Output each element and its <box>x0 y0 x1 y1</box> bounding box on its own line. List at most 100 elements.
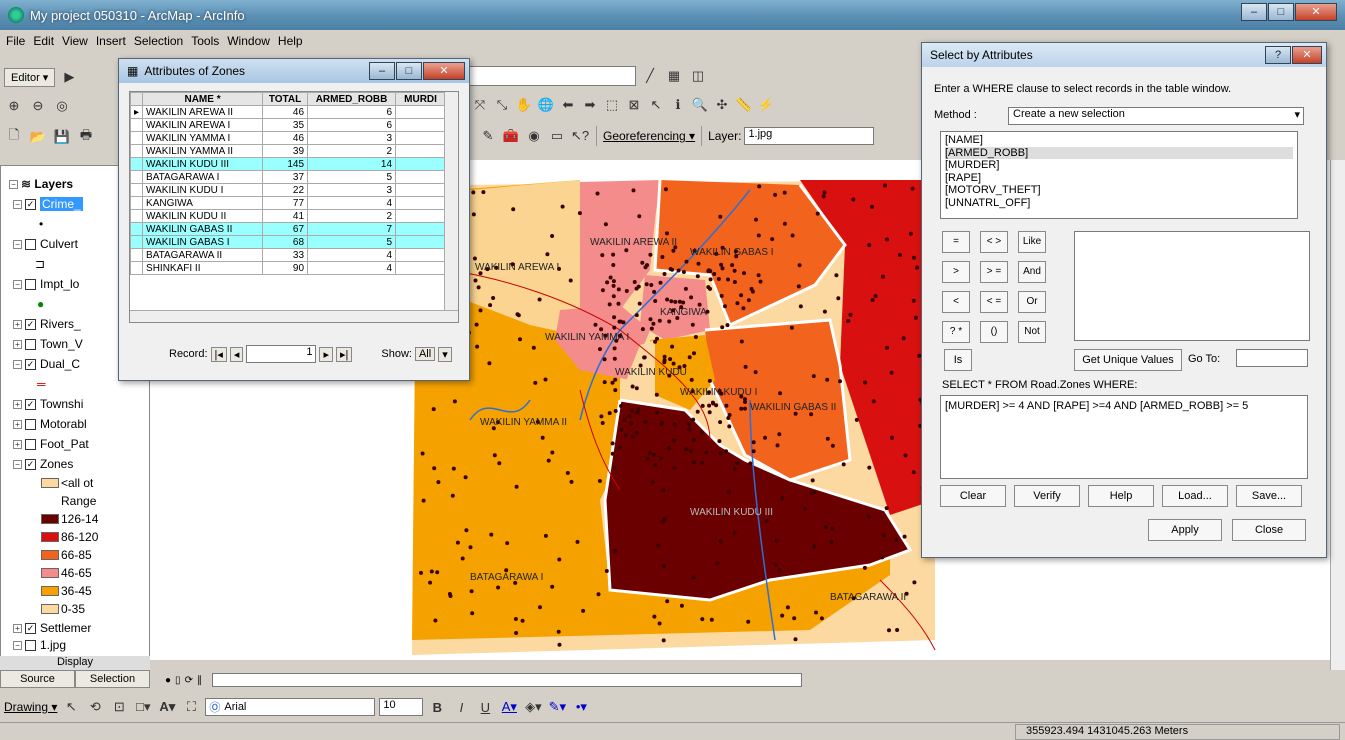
toc-item-settlement[interactable]: + ✓ Settlemer <box>1 618 149 638</box>
cell-total[interactable]: 145 <box>262 157 309 171</box>
cell-murder[interactable] <box>395 196 447 210</box>
text-icon[interactable]: A▾ <box>157 697 177 717</box>
cell-murder[interactable] <box>395 222 447 236</box>
toc-item-footpath[interactable]: + Foot_Pat <box>1 434 149 454</box>
table-row[interactable]: WAKILIN GABAS I 68 5 <box>130 235 447 249</box>
save-icon[interactable]: 💾 <box>52 127 72 147</box>
toc-item-motorable[interactable]: + Motorabl <box>1 414 149 434</box>
pan-icon[interactable]: ✋ <box>514 95 534 115</box>
map-vertical-scrollbar[interactable] <box>1330 160 1345 670</box>
verify-button[interactable]: Verify <box>1014 485 1080 507</box>
select-elements-icon[interactable]: ↖ <box>646 95 666 115</box>
field-item[interactable]: [MOTORV_THEFT] <box>945 184 1293 197</box>
fixed-zoom-icon[interactable]: ◎ <box>52 96 72 116</box>
cell-murder[interactable] <box>395 170 447 184</box>
table-row[interactable]: WAKILIN KUDU III 145 14 <box>130 157 447 171</box>
operator-button[interactable]: And <box>1018 261 1046 283</box>
identify-icon[interactable]: ℹ <box>668 95 688 115</box>
find-icon[interactable]: 🔍 <box>690 95 710 115</box>
cell-name[interactable]: WAKILIN YAMMA I <box>142 131 264 145</box>
attributes-maximize-button[interactable]: □ <box>396 62 422 80</box>
operator-button[interactable]: Like <box>1018 231 1046 253</box>
whats-this-icon[interactable]: ↖? <box>570 126 590 146</box>
grid-horizontal-scrollbar[interactable] <box>130 310 458 322</box>
bold-icon[interactable]: B <box>427 697 447 717</box>
row-selector[interactable] <box>130 209 144 223</box>
show-dropdown-icon[interactable]: ▾ <box>438 346 452 362</box>
where-clause-input[interactable]: [MURDER] >= 4 AND [RAPE] >=4 AND [ARMED_… <box>940 395 1308 479</box>
cell-name[interactable]: WAKILIN GABAS I <box>142 235 264 249</box>
minimize-button[interactable]: – <box>1241 3 1267 21</box>
record-number-input[interactable]: 1 <box>246 345 317 363</box>
cell-murder[interactable] <box>395 157 447 171</box>
operator-button[interactable]: > = <box>980 261 1008 283</box>
next-record-button[interactable]: ▸ <box>319 346 333 362</box>
fixed-zoom-out-icon[interactable]: ⤡ <box>492 95 512 115</box>
last-record-button[interactable]: ▸| <box>335 346 353 362</box>
sba-close-x-button[interactable]: ✕ <box>1292 46 1322 64</box>
first-record-button[interactable]: |◂ <box>210 346 227 362</box>
cell-armed-robb[interactable]: 3 <box>307 131 397 145</box>
field-item[interactable]: [UNNATRL_OFF] <box>945 197 1293 210</box>
cell-total[interactable]: 33 <box>262 248 309 262</box>
operator-button[interactable]: < <box>942 291 970 313</box>
cell-armed-robb[interactable]: 4 <box>307 248 397 262</box>
attributes-minimize-button[interactable]: – <box>369 62 395 80</box>
open-icon[interactable]: 📂 <box>28 127 48 147</box>
cell-name[interactable]: WAKILIN KUDU III <box>142 157 264 171</box>
cell-murder[interactable] <box>395 144 447 158</box>
cell-armed-robb[interactable]: 2 <box>307 209 397 223</box>
new-icon[interactable]: 🗋 <box>4 127 24 147</box>
table-row[interactable]: KANGIWA 77 4 <box>130 196 447 210</box>
cell-name[interactable]: WAKILIN GABAS II <box>142 222 264 236</box>
prev-record-button[interactable]: ◂ <box>229 346 244 362</box>
cell-armed-robb[interactable]: 7 <box>307 222 397 236</box>
is-button[interactable]: Is <box>944 349 972 371</box>
full-extent-icon[interactable]: 🌐 <box>536 95 556 115</box>
zoom-whole-page-icon[interactable]: ⊡ <box>109 697 129 717</box>
unique-values-list[interactable] <box>1074 231 1310 341</box>
editor-dropdown[interactable]: Editor ▾ <box>4 67 56 87</box>
menu-file[interactable]: File <box>6 34 25 54</box>
row-selector[interactable] <box>130 144 144 158</box>
rotate-icon[interactable]: ⟲ <box>85 697 105 717</box>
layout-view-icon[interactable]: ▯ <box>175 675 181 686</box>
target-dropdown[interactable] <box>466 66 636 86</box>
cell-murder[interactable] <box>395 209 447 223</box>
col-total[interactable]: TOTAL <box>262 92 309 106</box>
cell-total[interactable]: 37 <box>262 170 309 184</box>
method-dropdown[interactable]: Create a new selection ▾ <box>1008 107 1304 125</box>
refresh-icon[interactable]: ⟳ <box>185 675 193 686</box>
cell-name[interactable]: WAKILIN AREWA II <box>142 105 264 119</box>
cell-armed-robb[interactable]: 5 <box>307 170 397 184</box>
field-item[interactable]: [NAME] <box>945 134 1293 147</box>
col-armed-robb[interactable]: ARMED_ROBB <box>307 92 397 106</box>
table-row[interactable]: BATAGARAWA I 37 5 <box>130 170 447 184</box>
measure-icon[interactable]: 📏 <box>734 95 754 115</box>
menu-view[interactable]: View <box>62 34 88 54</box>
cell-name[interactable]: SHINKAFI II <box>142 261 264 275</box>
fields-list[interactable]: [NAME] [ARMED_ROBB] [MURDER] [RAPE] [MOTORV_… <box>940 131 1298 219</box>
operator-button[interactable]: () <box>980 321 1008 343</box>
font-dropdown[interactable]: Ⓞ Arial <box>205 698 376 716</box>
operator-button[interactable]: Not <box>1018 321 1046 343</box>
cell-murder[interactable] <box>395 183 447 197</box>
data-view-icon[interactable]: ● <box>165 675 171 686</box>
cell-armed-robb[interactable]: 4 <box>307 196 397 210</box>
layer-dropdown[interactable]: 1.jpg <box>744 127 875 145</box>
menu-help[interactable]: Help <box>278 34 303 54</box>
cell-armed-robb[interactable]: 2 <box>307 144 397 158</box>
table-row[interactable]: SHINKAFI II 90 4 <box>130 261 447 275</box>
sba-help-button[interactable]: ? <box>1265 46 1291 64</box>
row-selector[interactable] <box>130 118 144 132</box>
cell-armed-robb[interactable]: 6 <box>307 105 397 119</box>
field-item[interactable]: [ARMED_ROBB] <box>945 146 1293 160</box>
cell-armed-robb[interactable]: 14 <box>307 157 397 171</box>
row-selector[interactable] <box>130 261 144 275</box>
row-selector[interactable] <box>130 170 144 184</box>
cell-name[interactable]: WAKILIN KUDU I <box>142 183 264 197</box>
row-selector[interactable] <box>130 183 144 197</box>
menu-insert[interactable]: Insert <box>96 34 126 54</box>
grid-vertical-scrollbar[interactable] <box>444 92 458 322</box>
cell-murder[interactable] <box>395 105 447 119</box>
